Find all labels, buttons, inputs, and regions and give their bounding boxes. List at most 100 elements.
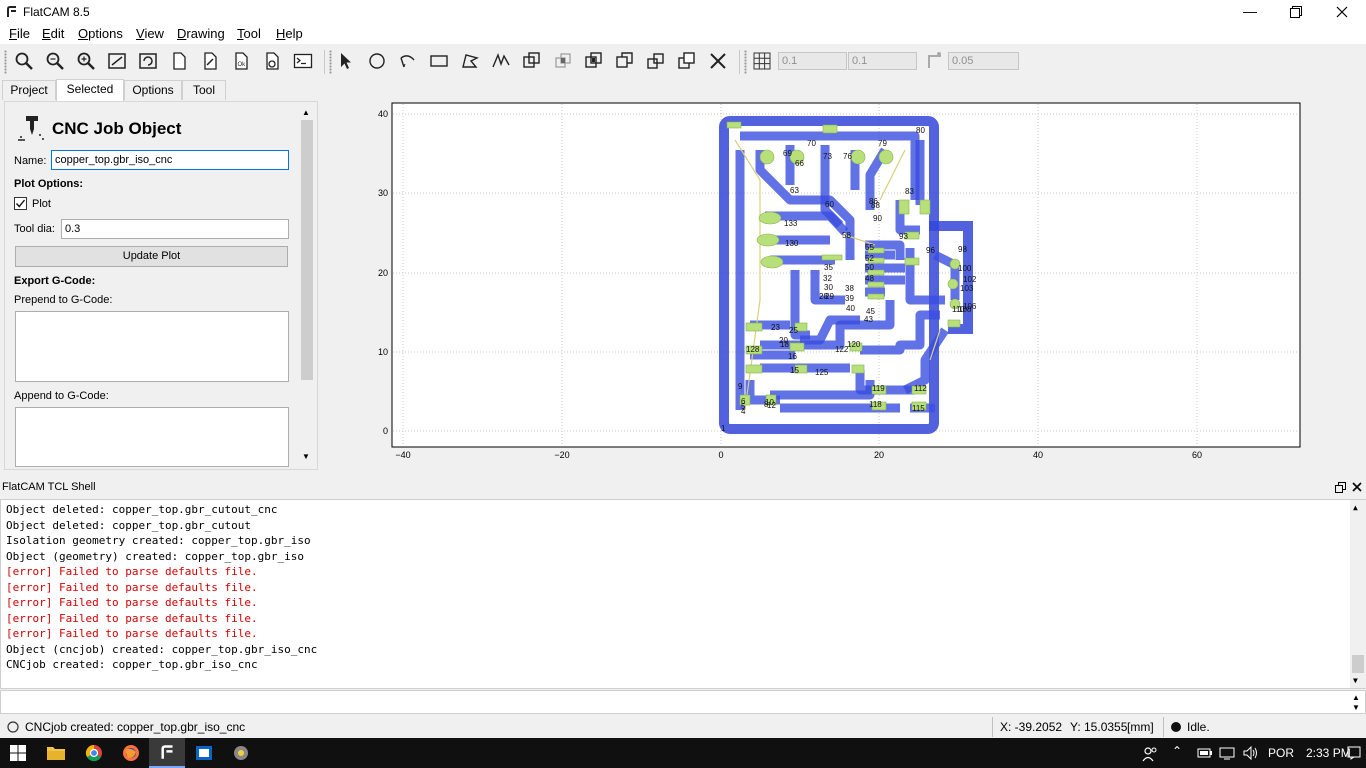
menu-options[interactable]: Options — [78, 26, 123, 41]
notifications-icon[interactable] — [1347, 746, 1361, 760]
tcl-shell-input[interactable]: ▲ ▼ — [0, 690, 1366, 714]
append-gcode-textarea[interactable] — [15, 407, 289, 467]
replot-icon — [139, 53, 157, 69]
select-tool-button[interactable] — [334, 50, 358, 72]
tab-selected[interactable]: Selected — [56, 79, 124, 101]
taskbar-clock[interactable]: 2:33 PM — [1306, 746, 1351, 760]
battery-icon[interactable] — [1197, 747, 1213, 759]
union-tool-button[interactable] — [520, 50, 544, 72]
chrome-icon — [85, 744, 102, 762]
cut-tool-button[interactable] — [613, 50, 637, 72]
menu-edit[interactable]: Edit — [42, 26, 64, 41]
taskbar-chrome[interactable] — [76, 738, 112, 768]
grid-x-field[interactable]: 0.1 — [778, 52, 847, 70]
menu-tool[interactable]: Tool — [237, 26, 261, 41]
update-geometry-button[interactable]: Ok — [229, 50, 253, 72]
plot-checkbox[interactable] — [14, 197, 27, 210]
input-scroll-down-icon[interactable]: ▼ — [1352, 703, 1360, 712]
edit-file-icon — [204, 52, 217, 70]
people-icon[interactable] — [1142, 746, 1158, 762]
tcl-shell-output[interactable]: Object deleted: copper_top.gbr_cutout_cn… — [0, 499, 1366, 689]
firefox-icon — [123, 745, 139, 761]
update-plot-button[interactable]: Update Plot — [15, 246, 288, 267]
replot-button[interactable] — [136, 50, 160, 72]
keyboard-language[interactable]: POR — [1268, 746, 1294, 760]
zoom-fit-button[interactable] — [12, 50, 36, 72]
grid-snap-button[interactable] — [750, 50, 774, 72]
scroll-down-icon[interactable]: ▼ — [302, 452, 310, 461]
intersection-tool-button[interactable] — [551, 50, 575, 72]
plot-svg[interactable]: −40 −20 0 20 40 60403020100 1456 8910121… — [320, 84, 1366, 478]
shell-error-line: [error] Failed to parse defaults file. — [6, 596, 258, 609]
restore-button[interactable] — [1273, 0, 1319, 24]
taskbar-python[interactable] — [223, 738, 259, 768]
circle-tool-button[interactable] — [365, 50, 389, 72]
arc-tool-button[interactable] — [396, 50, 420, 72]
input-scroll-up-icon[interactable]: ▲ — [1352, 693, 1360, 702]
prepend-gcode-textarea[interactable] — [15, 311, 289, 382]
object-name-field[interactable]: copper_top.gbr_iso_cnc — [51, 150, 289, 170]
zoom-out-button[interactable] — [74, 50, 98, 72]
y-tick-label: 10 — [378, 347, 388, 357]
zoom-in-button[interactable] — [43, 50, 67, 72]
menu-help[interactable]: Help — [276, 26, 303, 41]
shell-button[interactable] — [291, 50, 315, 72]
snap-corner-button[interactable] — [922, 50, 946, 72]
menu-file[interactable]: File — [9, 26, 30, 41]
menu-drawing[interactable]: Drawing — [177, 26, 225, 41]
chevron-up-icon[interactable]: ⌃ — [1172, 744, 1182, 758]
float-dock-icon[interactable] — [1335, 482, 1346, 493]
toolbar-grip[interactable] — [329, 50, 332, 74]
tab-tool[interactable]: Tool — [182, 80, 226, 100]
scrollbar-thumb[interactable] — [1352, 655, 1364, 673]
toolbar-grip[interactable] — [744, 50, 747, 74]
start-button[interactable] — [0, 738, 36, 768]
taskbar-outlook[interactable] — [186, 738, 222, 768]
shell-error-line: [error] Failed to parse defaults file. — [6, 580, 258, 594]
close-window-button[interactable] — [1319, 0, 1365, 24]
delete-shape-button[interactable] — [706, 50, 730, 72]
tab-options[interactable]: Options — [124, 80, 182, 100]
grid-y-field[interactable]: 0.1 — [848, 52, 917, 70]
shell-log-line: Object (cncjob) created: copper_top.gbr_… — [6, 642, 318, 656]
menu-view[interactable]: View — [136, 26, 164, 41]
scroll-down-icon[interactable]: ▼ — [1353, 676, 1358, 685]
scroll-up-icon[interactable]: ▲ — [302, 108, 310, 117]
plot-options-label: Plot Options: — [14, 178, 84, 190]
tool-dia-field[interactable]: 0.3 — [61, 219, 289, 239]
pad-number-label: 102 — [963, 275, 977, 284]
pad-number-label: 63 — [790, 186, 799, 195]
y-tick-label: 40 — [378, 109, 388, 119]
polygon-tool-button[interactable] — [458, 50, 482, 72]
cut-path-icon — [616, 52, 633, 68]
move-tool-button[interactable] — [675, 50, 699, 72]
tab-project[interactable]: Project — [2, 80, 56, 100]
taskbar-file-explorer[interactable] — [38, 738, 74, 768]
toolbar-grip[interactable] — [4, 50, 7, 74]
scrollbar-thumb[interactable] — [301, 120, 313, 380]
copy-tool-button[interactable] — [644, 50, 668, 72]
volume-icon[interactable] — [1243, 746, 1259, 760]
taskbar-firefox[interactable] — [113, 738, 149, 768]
plot-checkbox-label: Plot — [32, 198, 51, 210]
path-tool-button[interactable] — [489, 50, 513, 72]
circle-icon — [369, 53, 385, 69]
pad-number-label: 52 — [865, 254, 874, 263]
plot-canvas[interactable]: −40 −20 0 20 40 60 40 30 20 10 0 1 4 5 6… — [320, 84, 1366, 478]
subtract-tool-button[interactable] — [582, 50, 606, 72]
close-dock-icon[interactable] — [1352, 482, 1362, 492]
rectangle-tool-button[interactable] — [427, 50, 451, 72]
minimize-button[interactable]: — — [1227, 0, 1273, 24]
snap-max-field[interactable]: 0.05 — [948, 52, 1019, 70]
network-icon[interactable] — [1219, 746, 1235, 760]
clear-plot-button[interactable] — [105, 50, 129, 72]
delete-object-button[interactable] — [260, 50, 284, 72]
edit-geometry-button[interactable] — [198, 50, 222, 72]
tool-dia-label: Tool dia: — [14, 223, 55, 235]
shell-scrollbar[interactable]: ▲ ▼ — [1350, 500, 1366, 688]
scroll-up-icon[interactable]: ▲ — [1353, 503, 1358, 512]
panel-scrollbar[interactable]: ▲ ▼ — [299, 104, 315, 466]
taskbar-flatcam[interactable] — [149, 738, 185, 768]
new-geometry-button[interactable] — [167, 50, 191, 72]
polygon-icon — [462, 54, 479, 68]
